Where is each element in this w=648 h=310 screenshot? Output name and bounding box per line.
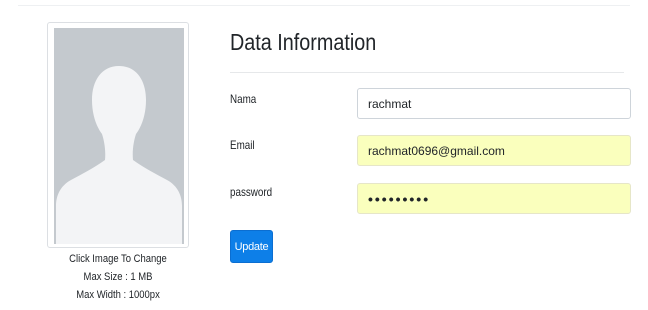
top-divider: [18, 5, 630, 6]
email-input[interactable]: [357, 135, 631, 166]
email-label: Email: [230, 138, 255, 152]
update-button[interactable]: Update: [230, 230, 273, 263]
section-title: Data Information: [230, 29, 377, 55]
avatar-caption-change: Click Image To Change: [69, 253, 167, 265]
password-label: password: [230, 185, 273, 199]
avatar-caption-max-width: Max Width : 1000px: [76, 289, 160, 301]
name-label: Nama: [230, 92, 257, 106]
avatar-caption-max-size: Max Size : 1 MB: [83, 271, 153, 283]
name-input[interactable]: [357, 88, 631, 119]
avatar-placeholder-icon: [54, 28, 184, 244]
profile-picture[interactable]: [47, 22, 189, 248]
title-divider: [230, 72, 624, 73]
password-input[interactable]: [357, 183, 631, 214]
